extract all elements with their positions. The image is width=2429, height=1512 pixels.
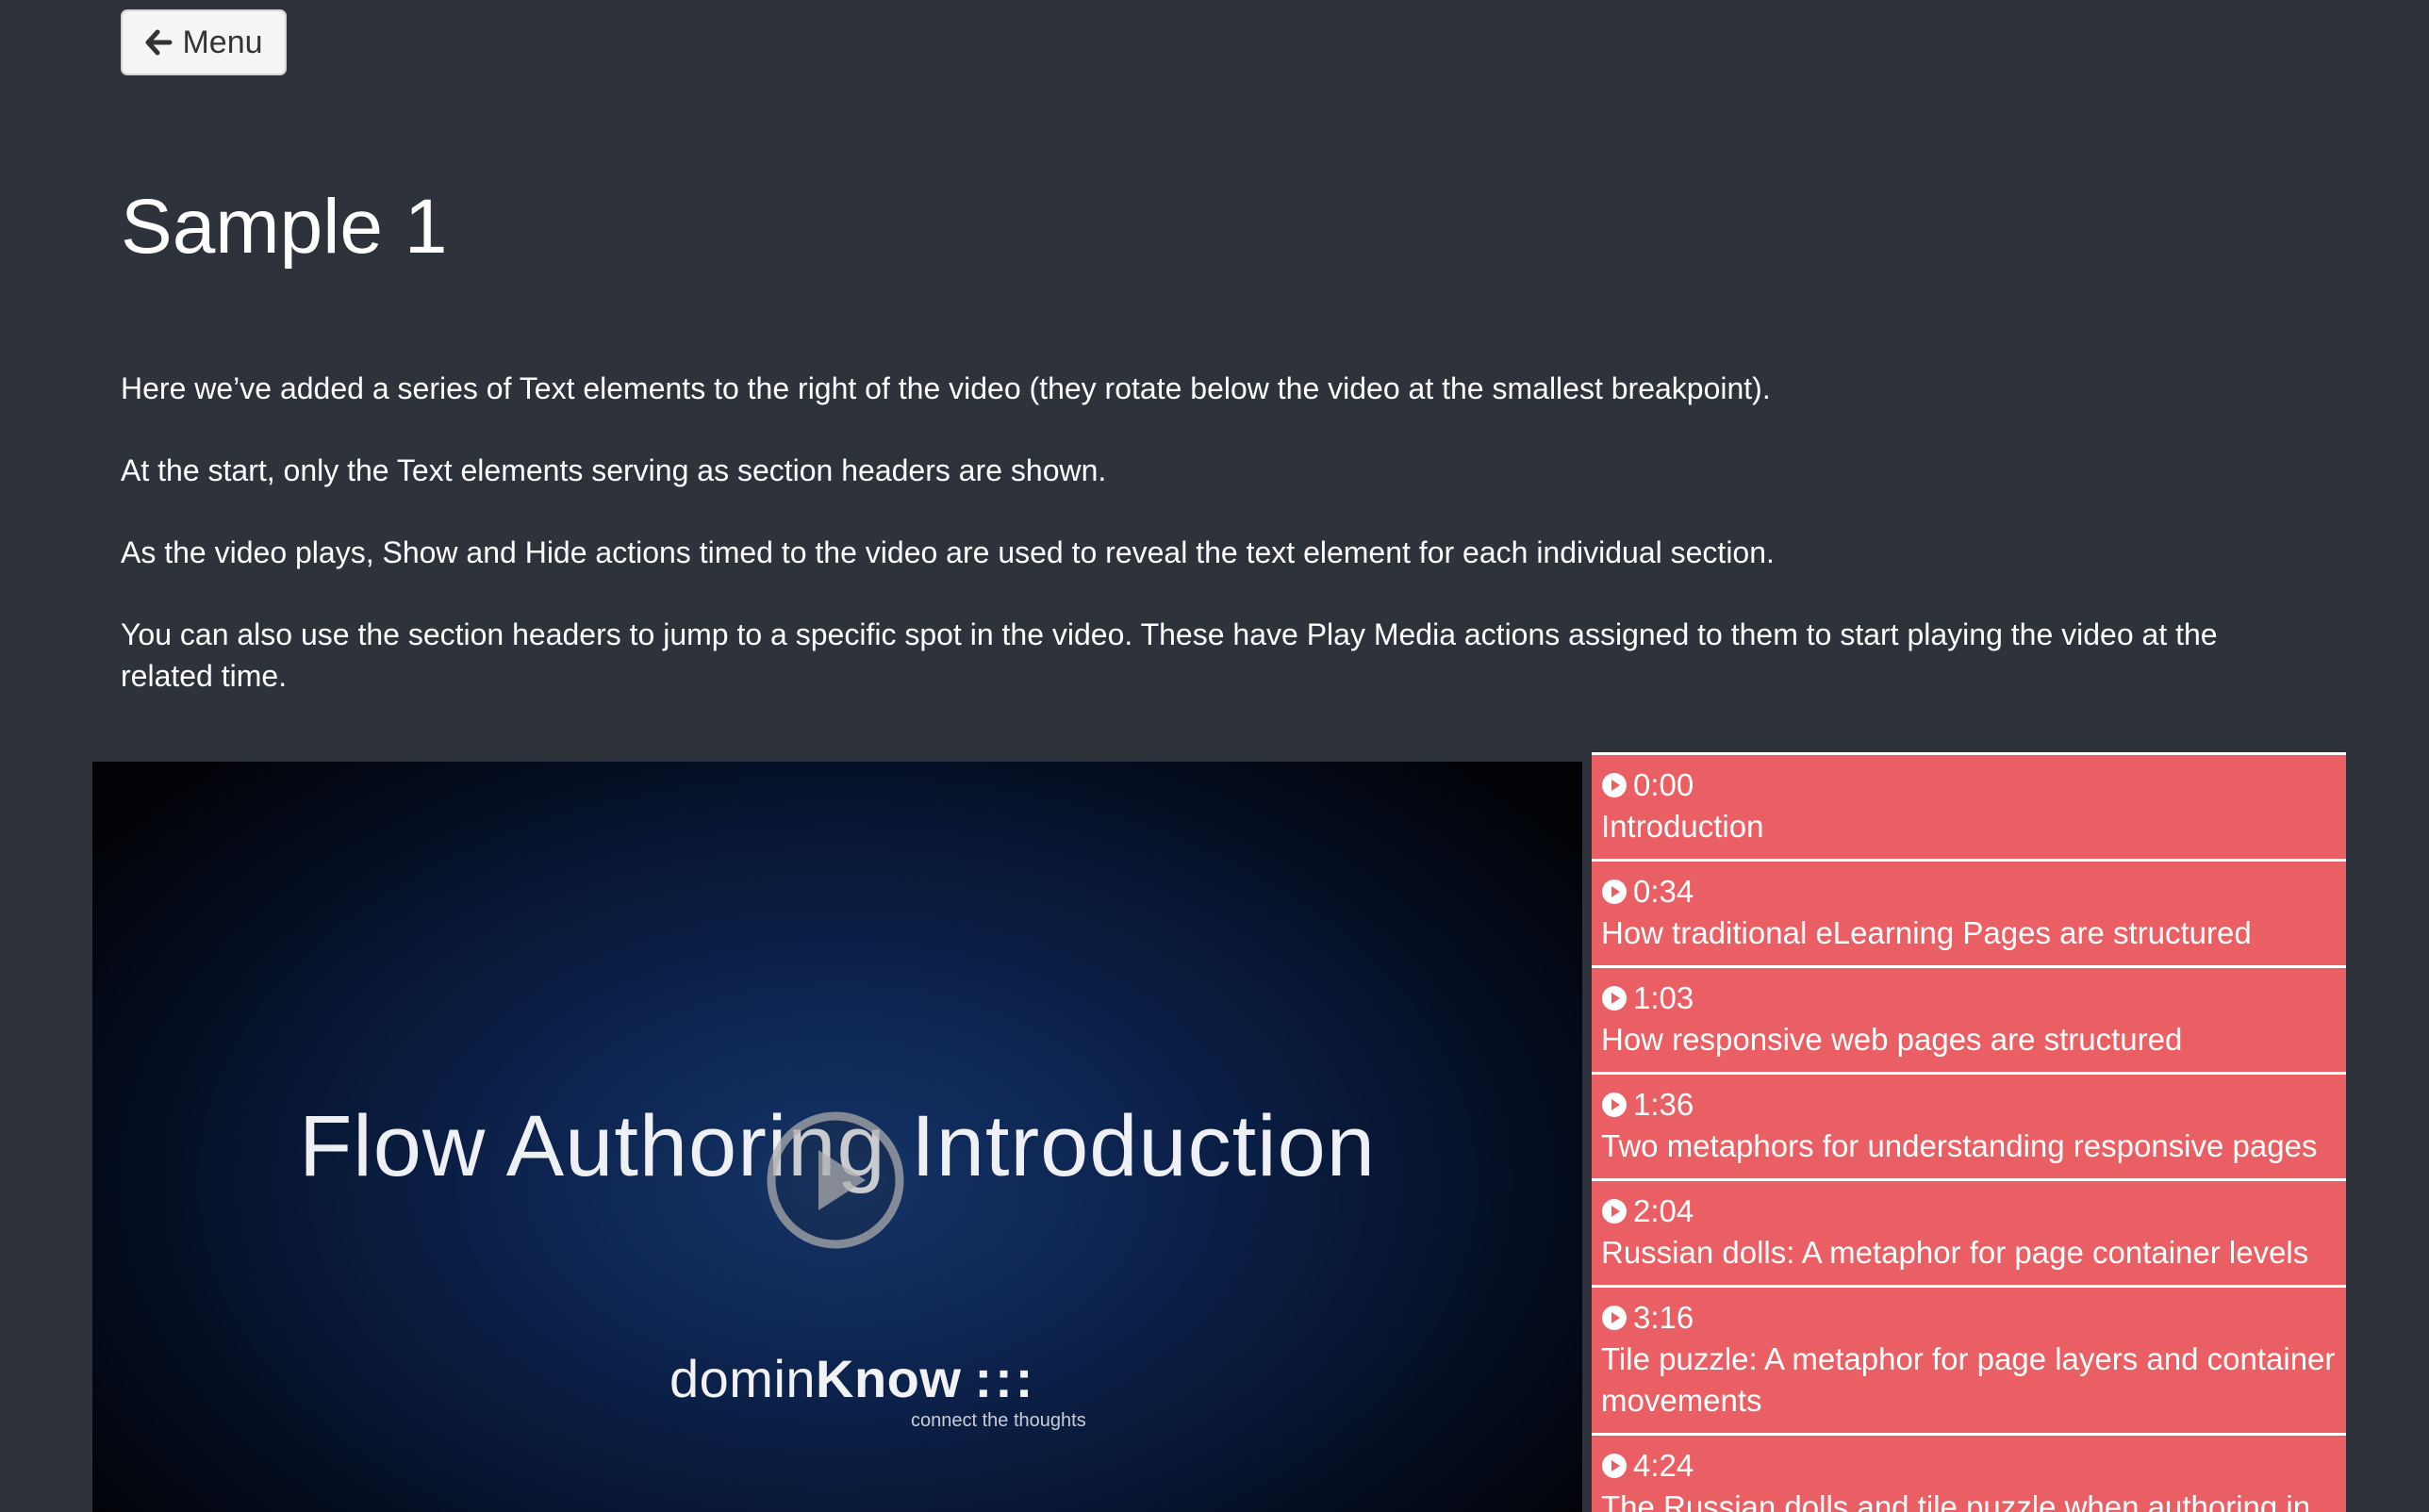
menu-button[interactable]: Menu	[121, 9, 287, 75]
brand-name: dominKnow:::	[669, 1348, 1033, 1409]
section-title: The Russian dolls and tile puzzle when a…	[1601, 1489, 2311, 1512]
intro-paragraph: You can also use the section headers to …	[121, 617, 2218, 693]
intro-paragraph: At the start, only the Text elements ser…	[121, 453, 1107, 487]
section-title: Two metaphors for understanding responsi…	[1601, 1128, 2318, 1163]
intro-paragraph: Here we’ve added a series of Text elemen…	[121, 371, 1771, 405]
section-item[interactable]: 3:16 Tile puzzle: A metaphor for page la…	[1592, 1285, 2346, 1433]
section-time: 1:36	[1633, 1087, 1694, 1122]
brand-strong: Know	[816, 1349, 962, 1408]
play-circle-icon	[1601, 1453, 1628, 1479]
play-circle-icon	[1601, 879, 1628, 905]
section-item[interactable]: 0:00 Introduction	[1592, 752, 2346, 859]
page-title: Sample 1	[121, 184, 448, 270]
video-player[interactable]: Flow Authoring Introduction dominKnow:::…	[92, 762, 1582, 1512]
section-item[interactable]: 2:04 Russian dolls: A metaphor for page …	[1592, 1178, 2346, 1285]
section-item[interactable]: 1:36 Two metaphors for understanding res…	[1592, 1072, 2346, 1178]
section-title: Tile puzzle: A metaphor for page layers …	[1601, 1341, 2336, 1418]
section-title: How responsive web pages are structured	[1601, 1022, 2183, 1057]
arrow-left-icon	[144, 29, 173, 56]
menu-label: Menu	[182, 24, 263, 60]
intro-paragraph: As the video plays, Show and Hide action…	[121, 535, 1775, 569]
play-circle-icon	[1601, 772, 1628, 798]
section-time: 1:03	[1633, 980, 1694, 1015]
page: Menu Sample 1 Here we’ve added a series …	[0, 0, 2429, 1512]
section-title: Russian dolls: A metaphor for page conta…	[1601, 1235, 2309, 1270]
brand-logo: dominKnow::: connect the thoughts	[669, 1348, 1086, 1431]
play-circle-icon	[1601, 1305, 1628, 1331]
brand-tagline: connect the thoughts	[911, 1410, 1086, 1431]
brand-dots: :::	[974, 1349, 1036, 1408]
play-circle-icon	[1601, 1198, 1628, 1224]
play-circle-icon[interactable]	[764, 1109, 907, 1252]
intro-text: Here we’ve added a series of Text elemen…	[121, 368, 2308, 737]
section-time: 4:24	[1633, 1448, 1694, 1483]
brand-prefix: domin	[669, 1349, 817, 1408]
section-item[interactable]: 1:03 How responsive web pages are struct…	[1592, 965, 2346, 1072]
section-list: 0:00 Introduction 0:34 How traditional e…	[1592, 752, 2346, 1512]
section-time: 3:16	[1633, 1300, 1694, 1335]
section-time: 2:04	[1633, 1193, 1694, 1228]
section-item[interactable]: 0:34 How traditional eLearning Pages are…	[1592, 859, 2346, 965]
section-item[interactable]: 4:24 The Russian dolls and tile puzzle w…	[1592, 1433, 2346, 1512]
play-circle-icon	[1601, 1092, 1628, 1118]
section-time: 0:34	[1633, 874, 1694, 909]
play-circle-icon	[1601, 985, 1628, 1011]
section-title: How traditional eLearning Pages are stru…	[1601, 915, 2252, 950]
section-time: 0:00	[1633, 767, 1694, 802]
section-title: Introduction	[1601, 809, 1764, 844]
